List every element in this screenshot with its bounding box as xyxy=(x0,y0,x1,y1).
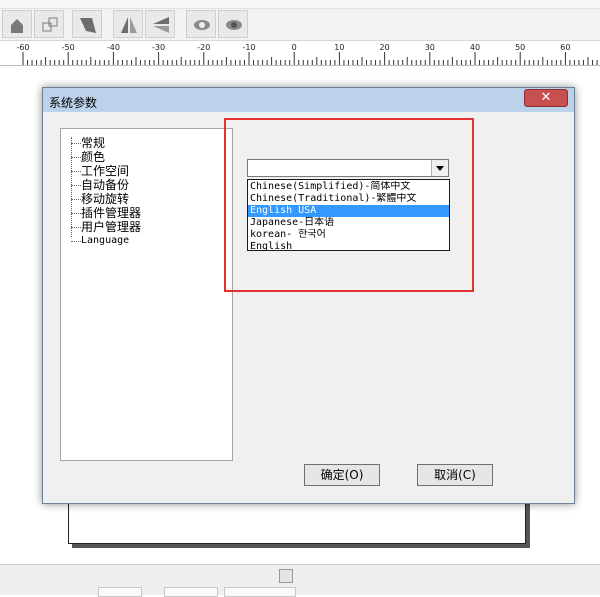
tree-item[interactable]: 常规 xyxy=(81,136,105,150)
status-field xyxy=(164,587,218,597)
flip-vertical-icon[interactable] xyxy=(145,10,175,38)
ruler-label: -20 xyxy=(197,43,210,52)
tree-item[interactable]: 自动备份 xyxy=(81,178,129,192)
ruler-label: -30 xyxy=(152,43,165,52)
tree-connector xyxy=(71,171,81,172)
status-field xyxy=(224,587,296,597)
ruler-label: 20 xyxy=(380,43,390,52)
tree-connector xyxy=(71,213,81,214)
ruler-label: 10 xyxy=(334,43,344,52)
tree-connector xyxy=(71,241,81,242)
tree-connector xyxy=(71,227,81,228)
toolbar xyxy=(0,0,600,41)
settings-tree: 常规 颜色 工作空间 自动备份 移动旋转 插件管理器 用户管理器 Language xyxy=(60,128,233,461)
tree-connector xyxy=(71,137,72,237)
close-button[interactable]: ✕ xyxy=(524,89,568,107)
ruler-label: 40 xyxy=(470,43,480,52)
lock-icon[interactable] xyxy=(2,10,32,38)
tree-item[interactable]: 插件管理器 xyxy=(81,206,141,220)
tree-item[interactable]: 用户管理器 xyxy=(81,220,141,234)
horizontal-ruler: -60 -50 -40 -30 -20 -10 0 10 20 30 40 50 60 xyxy=(0,41,600,66)
annotation-highlight-box xyxy=(224,118,474,292)
tree-connector xyxy=(71,185,81,186)
tree-item[interactable]: 移动旋转 xyxy=(81,192,129,206)
ruler-label: 60 xyxy=(560,43,570,52)
ruler-label: 30 xyxy=(425,43,435,52)
ruler-label: 0 xyxy=(292,43,297,52)
status-bar xyxy=(0,564,600,597)
ruler-scale: -60 -50 -40 -30 -20 -10 0 10 20 30 40 50 60 xyxy=(16,43,598,65)
ruler-label: -40 xyxy=(107,43,120,52)
show-icon[interactable] xyxy=(186,10,216,38)
system-parameters-dialog: 系统参数 ✕ 常规 颜色 工作空间 自动备份 移动旋转 插件管理器 用户管理器 Languag… xyxy=(42,87,575,504)
tree-item[interactable]: 颜色 xyxy=(81,150,105,164)
tree-item[interactable]: 工作空间 xyxy=(81,164,129,178)
scrollbar-thumb[interactable] xyxy=(279,569,293,583)
dialog-titlebar: 系统参数 ✕ xyxy=(43,88,574,112)
align-icon[interactable] xyxy=(34,10,64,38)
tree-connector xyxy=(71,199,81,200)
status-field xyxy=(98,587,142,597)
toolbar-strip xyxy=(0,0,600,9)
tree-connector xyxy=(71,157,81,158)
cancel-button[interactable]: 取消(C) xyxy=(417,464,493,486)
ruler-label: -60 xyxy=(16,43,29,52)
cut-icon[interactable] xyxy=(72,10,102,38)
tree-item[interactable]: Language xyxy=(81,234,129,248)
ruler-label: -50 xyxy=(62,43,75,52)
ruler-label: -10 xyxy=(242,43,255,52)
tree-connector xyxy=(71,143,81,144)
flip-horizontal-icon[interactable] xyxy=(113,10,143,38)
hide-icon[interactable] xyxy=(218,10,248,38)
ruler-label: 50 xyxy=(515,43,525,52)
dialog-title: 系统参数 xyxy=(49,96,98,110)
ok-button[interactable]: 确定(O) xyxy=(304,464,380,486)
